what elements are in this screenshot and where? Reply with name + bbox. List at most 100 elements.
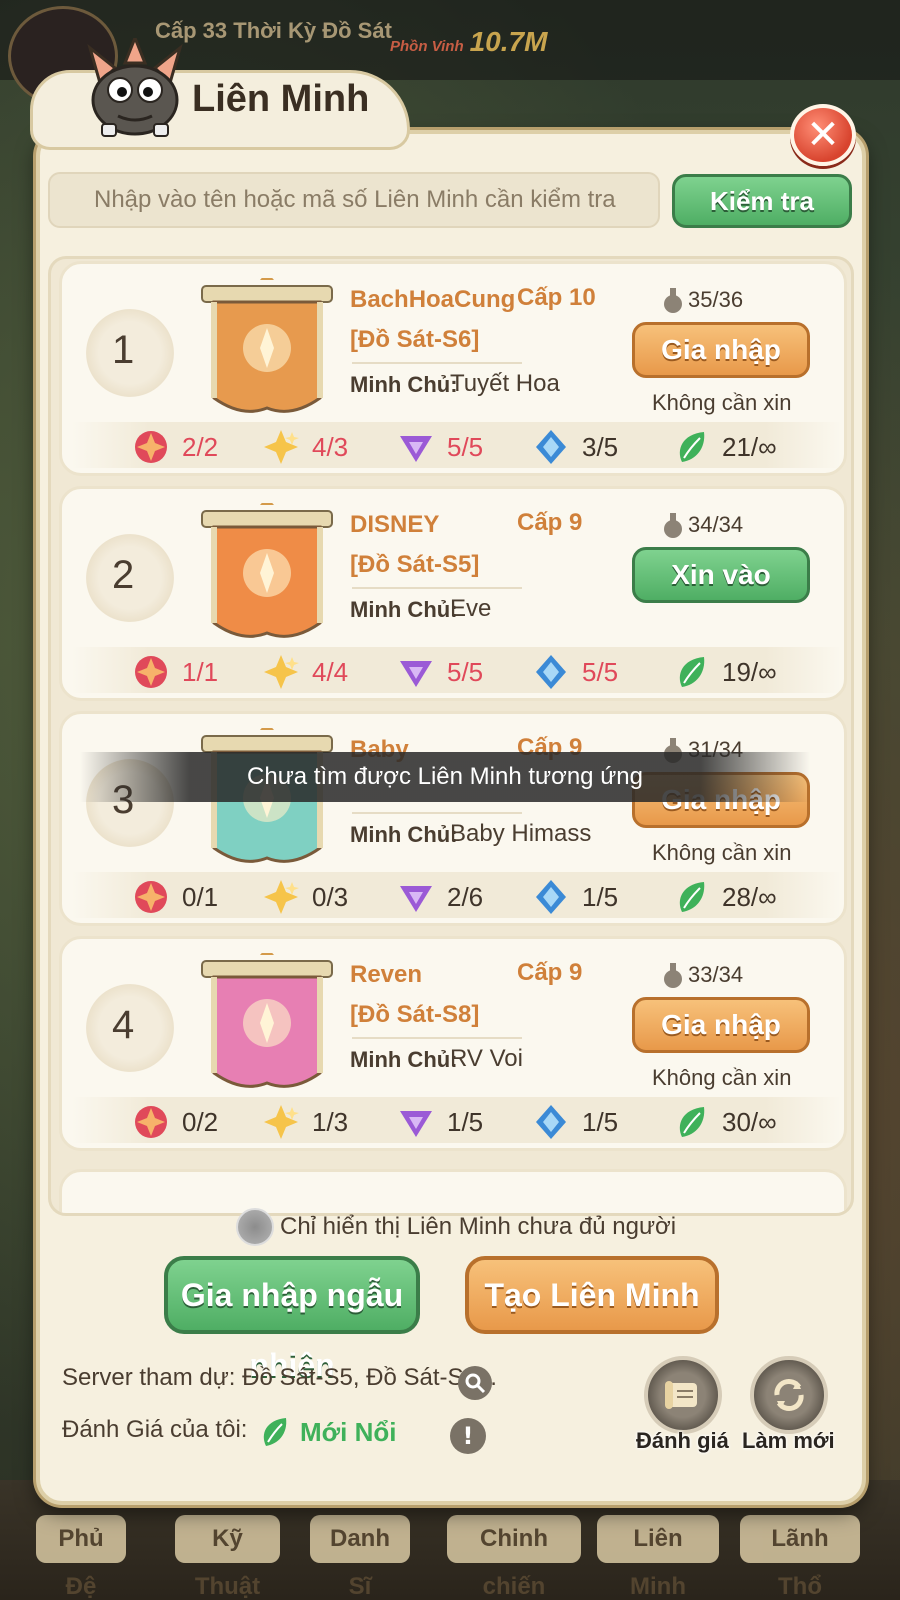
alliance-card[interactable]: 2 DISNEY Cấp 9 [Đồ Sát-S5] Minh Chủ: Eve 34/34… <box>59 486 847 701</box>
stat-value: 1/5 <box>447 1106 484 1137</box>
stat-value: 21/∞ <box>722 431 777 462</box>
alliance-banner-icon <box>192 272 342 428</box>
red-star-icon <box>132 1103 170 1141</box>
gold-sparkle-icon <box>262 653 300 691</box>
alliance-banner-icon <box>192 947 342 1103</box>
red-star-icon <box>132 878 170 916</box>
stat-item: 1/1 <box>132 653 218 691</box>
refresh-button[interactable] <box>750 1356 828 1434</box>
nav-lien-minh[interactable]: Liên Minh <box>597 1515 719 1600</box>
player-level-text: Cấp 33 Thời Kỳ Đồ Sát <box>155 18 392 43</box>
alliance-leader: RV Voi <box>450 1045 523 1072</box>
toast-message: Chưa tìm được Liên Minh tương ứng <box>80 752 810 802</box>
member-count-text: 33/34 <box>688 962 744 987</box>
stat-value: 0/3 <box>312 881 349 912</box>
prosperity-display: Phồn Vinh 10.7M <box>390 26 547 58</box>
stat-item: 5/5 <box>397 428 483 466</box>
join-button[interactable]: Xin vào <box>632 547 810 603</box>
stat-item: 5/5 <box>397 653 483 691</box>
alliance-leader: Tuyết Hoa <box>450 370 560 397</box>
nav-phu-de[interactable]: Phủ Đệ <box>36 1515 126 1600</box>
stat-value: 1/3 <box>312 1106 349 1137</box>
stat-value: 3/5 <box>582 431 619 462</box>
close-button[interactable]: ✕ <box>790 104 856 166</box>
stat-item: 1/3 <box>262 1103 348 1141</box>
stat-value: 2/6 <box>447 881 484 912</box>
stat-value: 1/5 <box>582 1106 619 1137</box>
no-request-note: Không cần xin <box>652 1065 792 1090</box>
server-search-button[interactable] <box>458 1366 492 1400</box>
join-button[interactable]: Gia nhập <box>632 997 810 1053</box>
review-button[interactable] <box>644 1356 722 1434</box>
gold-sparkle-icon <box>262 1103 300 1141</box>
join-button[interactable]: Gia nhập <box>632 322 810 378</box>
filter-checkbox[interactable] <box>236 1208 274 1246</box>
stat-value: 1/1 <box>182 656 219 687</box>
green-leaf-icon <box>672 428 710 466</box>
scroll-icon <box>665 1381 697 1409</box>
stat-value: 5/5 <box>447 431 484 462</box>
stat-value: 28/∞ <box>722 881 777 912</box>
alliance-card[interactable]: 3BabyCấp 9Minh Chủ:Baby Himass31/34Gia n… <box>59 711 847 926</box>
stat-item: 0/2 <box>132 1103 218 1141</box>
nav-danh-si[interactable]: Danh Sĩ <box>310 1515 410 1600</box>
leader-label: Minh Chủ: <box>350 1047 458 1072</box>
prosperity-label: Phồn Vinh <box>390 38 464 55</box>
divider <box>352 812 522 814</box>
stat-item: 4/4 <box>262 653 348 691</box>
leader-label: Minh Chủ: <box>350 822 458 847</box>
divider <box>352 587 522 589</box>
alliance-leader: Eve <box>450 595 492 622</box>
stat-item: 21/∞ <box>672 428 777 466</box>
alliance-card[interactable]: 4 Reven Cấp 9 [Đồ Sát-S8] Minh Chủ: RV Voi 33/… <box>59 936 847 1151</box>
stat-value: 4/3 <box>312 431 349 462</box>
random-join-button[interactable]: Gia nhập ngẫu nhiên <box>164 1256 420 1383</box>
stat-value: 5/5 <box>447 656 484 687</box>
blue-diamond-icon <box>532 1103 570 1141</box>
stats-row: 0/1 0/3 2/6 1/5 28/∞ <box>72 872 842 918</box>
stat-item: 28/∞ <box>672 878 777 916</box>
stat-value: 0/2 <box>182 1106 219 1137</box>
stat-item: 1/5 <box>532 878 618 916</box>
stat-item: 2/2 <box>132 428 218 466</box>
stat-item: 30/∞ <box>672 1103 777 1141</box>
purple-triangle-icon <box>397 653 435 691</box>
panel-title: Liên Minh <box>192 78 370 120</box>
stats-row: 2/2 4/3 5/5 3/5 21/∞ <box>72 422 842 468</box>
stat-value: 5/5 <box>582 656 619 687</box>
leader-label: Minh Chủ: <box>350 372 458 397</box>
blue-diamond-icon <box>532 428 570 466</box>
close-icon: ✕ <box>806 112 840 158</box>
search-box[interactable] <box>48 172 660 228</box>
exclamation-icon: ! <box>462 1422 474 1450</box>
nav-chinh-chien[interactable]: Chinh chiến <box>447 1515 581 1600</box>
leader-label: Minh Chủ: <box>350 597 458 622</box>
rating-label: Đánh Giá của tôi: <box>62 1416 248 1443</box>
member-count-text: 34/34 <box>688 512 744 537</box>
stats-row: 0/2 1/3 1/5 1/5 30/∞ <box>72 1097 842 1143</box>
alliance-level: Cấp 9 <box>517 509 583 536</box>
green-leaf-icon <box>263 1418 287 1446</box>
alliance-rank: 2 <box>112 553 135 597</box>
rating-info-button[interactable]: ! <box>450 1418 486 1454</box>
green-leaf-icon <box>672 653 710 691</box>
filter-toggle[interactable]: Chỉ hiển thị Liên Minh chưa đủ người <box>236 1208 676 1246</box>
alliance-level: Cấp 9 <box>517 959 583 986</box>
check-button[interactable]: Kiểm tra <box>672 174 852 228</box>
stat-item: 0/3 <box>262 878 348 916</box>
stat-value: 4/4 <box>312 656 349 687</box>
alliance-list[interactable]: 1 BachHoaCung Cấp 10 [Đồ Sát-S6] Minh Chủ: Tu… <box>48 256 854 1216</box>
divider <box>352 1037 522 1039</box>
stat-value: 0/1 <box>182 881 219 912</box>
alliance-card[interactable]: 1 BachHoaCung Cấp 10 [Đồ Sát-S6] Minh Chủ: Tu… <box>59 261 847 476</box>
stat-value: 2/2 <box>182 431 219 462</box>
alliance-search-input[interactable] <box>94 186 658 214</box>
nav-ky-thuat[interactable]: Kỹ Thuật <box>175 1515 280 1600</box>
alliance-server: [Đồ Sát-S8] <box>350 1001 480 1028</box>
nav-lanh-tho[interactable]: Lãnh Thổ <box>740 1515 860 1600</box>
review-label: Đánh giá <box>636 1428 729 1453</box>
green-leaf-icon <box>672 1103 710 1141</box>
create-alliance-button[interactable]: Tạo Liên Minh <box>465 1256 719 1334</box>
red-star-icon <box>132 653 170 691</box>
magnifier-icon <box>465 1373 486 1394</box>
